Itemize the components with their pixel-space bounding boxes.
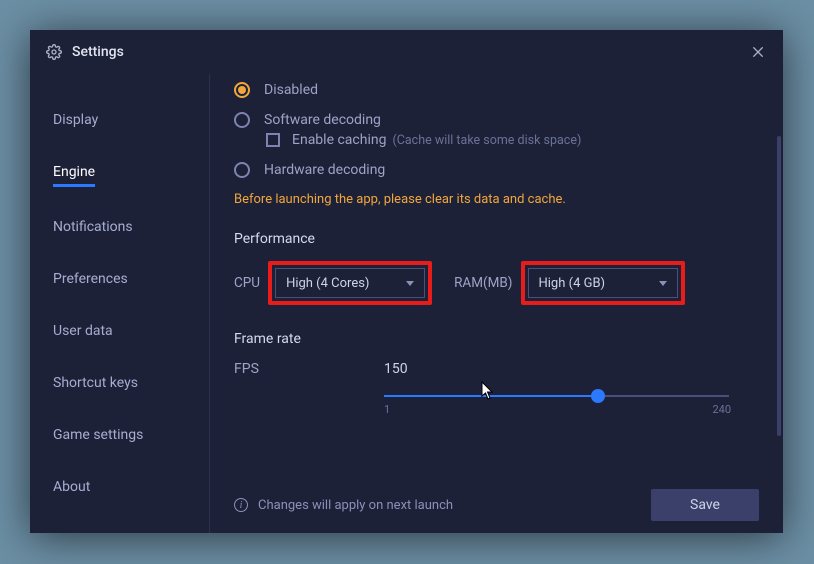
ram-dropdown-value: High (4 GB) (539, 276, 659, 291)
slider-max: 240 (712, 403, 731, 416)
option-label: Enable caching (292, 132, 386, 148)
save-button[interactable]: Save (651, 489, 759, 521)
cpu-label: CPU (234, 275, 260, 291)
option-disabled[interactable]: Disabled (234, 82, 759, 98)
footer-note: Changes will apply on next launch (258, 498, 453, 513)
option-software-decoding[interactable]: Software decoding (234, 112, 759, 128)
fps-value: 150 (384, 361, 408, 377)
radio-icon[interactable] (234, 82, 250, 98)
footer: Changes will apply on next launch Save (234, 477, 759, 533)
scrollbar[interactable] (777, 136, 781, 436)
settings-window: Settings Display Engine Notifications Pr… (30, 30, 783, 533)
option-label: Hardware decoding (264, 162, 385, 178)
sidebar-item-shortcut-keys[interactable]: Shortcut keys (53, 365, 138, 401)
window-body: Display Engine Notifications Preferences… (30, 74, 783, 533)
option-hardware-decoding[interactable]: Hardware decoding (234, 162, 759, 178)
radio-icon[interactable] (234, 162, 250, 178)
slider-fill (384, 395, 598, 397)
info-icon (234, 498, 248, 512)
radio-icon[interactable] (234, 112, 250, 128)
performance-row: CPU High (4 Cores) RAM(MB) High (4 GB) (234, 261, 759, 305)
sidebar-item-display[interactable]: Display (53, 102, 98, 138)
fps-row: FPS 150 (234, 361, 759, 377)
gear-icon (46, 44, 62, 60)
sidebar-item-user-data[interactable]: User data (53, 313, 113, 349)
option-hint: (Cache will take some disk space) (392, 133, 581, 148)
fps-label: FPS (234, 361, 384, 377)
cpu-highlight: High (4 Cores) (268, 261, 432, 305)
chevron-down-icon (659, 281, 667, 286)
sidebar-item-preferences[interactable]: Preferences (53, 261, 128, 297)
save-button-label: Save (690, 497, 720, 513)
fps-slider[interactable]: 1 240 (384, 395, 729, 397)
close-icon[interactable] (749, 43, 767, 61)
checkbox-icon[interactable] (266, 133, 280, 147)
ram-label: RAM(MB) (454, 275, 512, 291)
slider-min: 1 (384, 403, 390, 416)
sidebar-item-game-settings[interactable]: Game settings (53, 417, 143, 453)
content-panel: Disabled Software decoding Enable cachin… (210, 74, 783, 533)
titlebar: Settings (30, 30, 783, 74)
ram-highlight: High (4 GB) (521, 261, 685, 305)
warning-text: Before launching the app, please clear i… (234, 192, 759, 207)
slider-track (384, 395, 729, 397)
performance-title: Performance (234, 231, 759, 247)
sidebar: Display Engine Notifications Preferences… (30, 74, 210, 533)
frame-rate-title: Frame rate (234, 331, 759, 347)
chevron-down-icon (406, 281, 414, 286)
cpu-dropdown[interactable]: High (4 Cores) (275, 268, 425, 298)
option-label: Disabled (264, 82, 318, 98)
slider-thumb[interactable] (591, 389, 605, 403)
cpu-dropdown-value: High (4 Cores) (286, 276, 406, 291)
ram-dropdown[interactable]: High (4 GB) (528, 268, 678, 298)
option-label: Software decoding (264, 112, 381, 128)
sidebar-item-engine[interactable]: Engine (53, 154, 95, 187)
option-enable-caching[interactable]: Enable caching (Cache will take some dis… (266, 132, 759, 148)
sidebar-item-about[interactable]: About (53, 469, 90, 505)
sidebar-item-notifications[interactable]: Notifications (53, 209, 133, 245)
window-title: Settings (72, 44, 749, 60)
